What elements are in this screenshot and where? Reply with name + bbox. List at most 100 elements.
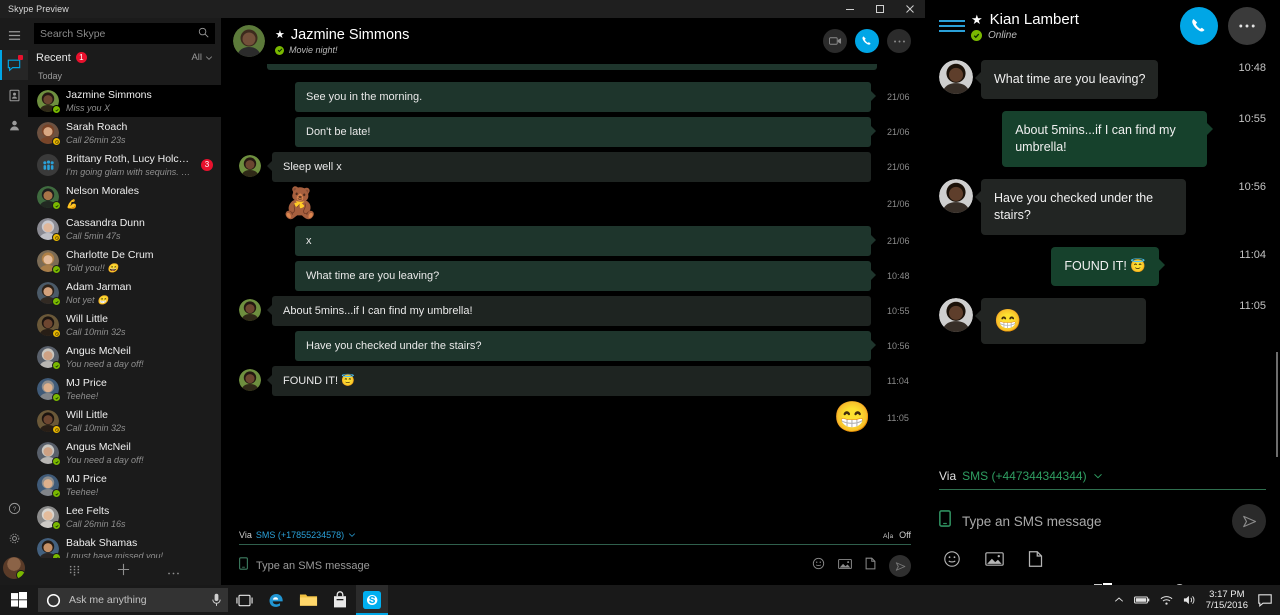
microsoft-store-button[interactable] <box>324 585 356 615</box>
conversation-item[interactable]: Angus McNeilYou need a day off! <box>28 341 221 373</box>
message-bubble[interactable]: Sleep well x <box>272 152 871 182</box>
message-row <box>221 64 925 70</box>
search-box[interactable] <box>34 23 215 44</box>
sidebar-item-contacts[interactable] <box>0 80 28 110</box>
conversation-item[interactable]: MJ PriceTeehee! <box>28 373 221 405</box>
message-bubble[interactable]: What time are you leaving? <box>295 261 871 291</box>
conversation-name: MJ Price <box>66 473 213 486</box>
phone-more-button[interactable] <box>1228 7 1266 45</box>
message-bubble[interactable]: See you in the morning. <box>295 82 871 112</box>
message-list[interactable]: See you in the morning.21/06Don't be lat… <box>221 64 925 530</box>
maximize-button[interactable] <box>865 0 895 18</box>
conversation-name: Sarah Roach <box>66 121 213 134</box>
star-icon[interactable]: ★ <box>275 27 285 44</box>
message-bubble[interactable]: Don't be late! <box>295 117 871 147</box>
start-button[interactable] <box>0 585 38 615</box>
search-input[interactable] <box>40 28 198 40</box>
conversation-list[interactable]: Jazmine SimmonsMiss you XSarah RoachCall… <box>28 85 221 558</box>
conversation-item[interactable]: Babak ShamasI must have missed you! <box>28 533 221 558</box>
conversation-item[interactable]: Nelson Morales💪 <box>28 181 221 213</box>
phone-message-bubble[interactable]: Have you checked under the stairs? <box>981 179 1186 235</box>
phone-emoticon-picker-button[interactable] <box>943 550 961 573</box>
phone-scrollbar[interactable] <box>1276 352 1278 457</box>
phone-message-input[interactable]: Type an SMS message <box>962 514 1221 529</box>
help-circle-icon: ? <box>8 502 21 515</box>
close-button[interactable] <box>895 0 925 18</box>
tray-expand-button[interactable] <box>1114 596 1124 604</box>
phone-message-bubble[interactable]: 😁 <box>981 298 1146 344</box>
video-call-button[interactable] <box>823 29 847 53</box>
hamburger-menu-button[interactable] <box>0 20 28 50</box>
sidebar-more-button[interactable] <box>167 563 180 581</box>
file-explorer-button[interactable] <box>292 585 324 615</box>
ellipsis-icon <box>893 39 906 44</box>
conversation-avatar[interactable] <box>233 25 265 57</box>
new-conversation-button[interactable] <box>117 563 130 581</box>
hamburger-icon-line <box>939 30 965 32</box>
conversation-item[interactable]: Sarah RoachCall 26min 23s <box>28 117 221 149</box>
star-icon[interactable]: ★ <box>971 11 983 29</box>
send-image-button[interactable] <box>838 557 852 575</box>
conversation-item[interactable]: Will LittleCall 10min 32s <box>28 309 221 341</box>
hamburger-icon-line <box>939 25 965 27</box>
compose-input-row[interactable]: Type an SMS message <box>239 545 911 577</box>
conversation-item[interactable]: MJ PriceTeehee! <box>28 469 221 501</box>
phone-via-selector[interactable]: SMS (+447344344344) <box>962 469 1102 483</box>
conversation-item[interactable]: Adam JarmanNot yet 😁 <box>28 277 221 309</box>
icon-rail-bottom: ? <box>0 493 28 585</box>
taskbar-clock[interactable]: 3:17 PM 7/15/2016 <box>1206 589 1248 611</box>
conversation-item[interactable]: Brittany Roth, Lucy Holcomb, S...I'm goi… <box>28 149 221 181</box>
wifi-status-icon[interactable] <box>1160 595 1173 606</box>
message-input[interactable]: Type an SMS message <box>256 560 804 572</box>
conversation-item[interactable]: Charlotte De CrumTold you!! 😄 <box>28 245 221 277</box>
icon-rail: ? <box>0 18 28 585</box>
presence-indicator <box>52 265 61 274</box>
user-avatar[interactable] <box>3 557 25 579</box>
phone-send-image-button[interactable] <box>985 551 1004 572</box>
group-people-icon <box>42 160 55 171</box>
conversation-item[interactable]: Lee FeltsCall 26min 16s <box>28 501 221 533</box>
image-icon <box>838 558 852 570</box>
message-bubble[interactable]: x <box>295 226 871 256</box>
phone-send-file-button[interactable] <box>1028 550 1043 573</box>
message-bubble[interactable]: Have you checked under the stairs? <box>295 331 871 361</box>
phone-message-bubble[interactable]: What time are you leaving? <box>981 60 1158 99</box>
phone-send-button[interactable] <box>1232 504 1266 538</box>
phone-menu-button[interactable] <box>939 20 965 32</box>
action-center-button[interactable] <box>1258 594 1272 607</box>
message-bubble[interactable]: FOUND IT! 😇 <box>272 366 871 396</box>
phone-compose-area: Via SMS (+447344344344) Type an SMS mess… <box>925 469 1280 573</box>
phone-message-list[interactable]: What time are you leaving?10:48About 5mi… <box>925 52 1280 469</box>
volume-icon[interactable] <box>1183 594 1196 606</box>
dialpad-button[interactable] <box>69 563 80 581</box>
audio-call-button[interactable] <box>855 29 879 53</box>
translate-toggle[interactable]: A a Off <box>883 530 911 540</box>
task-view-button[interactable] <box>228 585 260 615</box>
conversation-item[interactable]: Jazmine SimmonsMiss you X <box>28 85 221 117</box>
message-bubble[interactable]: About 5mins...if I can find my umbrella! <box>272 296 871 326</box>
conversation-item[interactable]: Will LittleCall 10min 32s <box>28 405 221 437</box>
skype-taskbar-button[interactable] <box>356 585 388 615</box>
phone-audio-call-button[interactable] <box>1180 7 1218 45</box>
help-button[interactable]: ? <box>0 493 28 523</box>
minimize-button[interactable] <box>835 0 865 18</box>
recent-filter[interactable]: All <box>191 52 213 63</box>
conversation-item[interactable]: Cassandra DunnCall 5min 47s <box>28 213 221 245</box>
battery-status-icon[interactable] <box>1134 595 1150 605</box>
emoticon-picker-button[interactable] <box>812 557 825 575</box>
sidebar-item-profile[interactable] <box>0 110 28 140</box>
conversation-more-button[interactable] <box>887 29 911 53</box>
phone-compose-input-row[interactable]: Type an SMS message <box>939 490 1266 548</box>
phone-message-bubble[interactable]: About 5mins...if I can find my umbrella! <box>1002 111 1207 167</box>
sidebar-item-chats[interactable] <box>0 50 28 80</box>
conversation-item[interactable]: Angus McNeilYou need a day off! <box>28 437 221 469</box>
phone-message-bubble[interactable]: FOUND IT! 😇 <box>1051 247 1159 286</box>
settings-button[interactable] <box>0 523 28 553</box>
cortana-search-box[interactable]: Ask me anything <box>38 588 228 612</box>
message-row: Have you checked under the stairs?10:56 <box>221 331 925 361</box>
send-button[interactable] <box>889 555 911 577</box>
send-file-button[interactable] <box>865 557 876 575</box>
microsoft-edge-button[interactable] <box>260 585 292 615</box>
via-selector[interactable]: SMS (+17855234578) <box>256 530 356 540</box>
message-bubble-clipped[interactable] <box>267 64 877 70</box>
